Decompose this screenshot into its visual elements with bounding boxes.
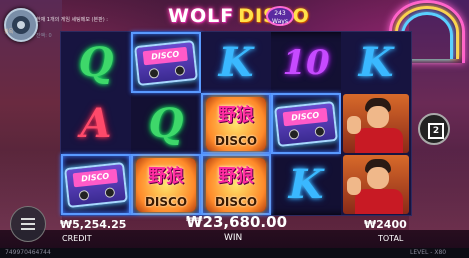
symbol-k: K: [288, 161, 324, 208]
cassette-label: DISCO: [72, 168, 118, 187]
reel-cell: Q: [131, 93, 201, 154]
reel-cell: 野狼 DISCO: [131, 154, 201, 215]
symbol-k: K: [358, 39, 394, 86]
reel-cell: K: [201, 32, 271, 93]
singer-symbol: [343, 94, 409, 153]
cassette-reel-hole: [288, 128, 300, 140]
wild-word: DISCO: [214, 133, 258, 148]
cassette-reel-hole: [314, 125, 326, 137]
wild-word: DISCO: [214, 194, 258, 209]
reel-grid: Q A DISCO DISCO Q 野狼 DISCO K 野狼 DISCO 野狼 DISCO 10 DIS…: [60, 31, 412, 216]
reel-cell: A: [61, 93, 131, 154]
symbol-a: A: [80, 100, 112, 147]
wild-kanji: 野狼: [148, 165, 184, 187]
settings-tool-icon[interactable]: [4, 8, 38, 42]
reel-cell: K: [341, 32, 411, 93]
reel-cell: [341, 93, 411, 154]
round-id: 749970464744: [5, 249, 51, 256]
credit-value: ₩5,254.25: [60, 218, 127, 231]
reel-cell: DISCO: [271, 93, 341, 154]
wild-kanji: 野狼: [218, 104, 254, 126]
cassette-symbol: DISCO: [274, 100, 338, 147]
reel-1: Q A DISCO: [61, 32, 131, 215]
ways-badge: 243 Ways: [266, 6, 294, 26]
wild-word: DISCO: [144, 194, 188, 209]
symbol-k: K: [218, 39, 254, 86]
level-indicator: LEVEL - X80: [410, 249, 447, 256]
symbol-q: Q: [78, 39, 114, 86]
singer-symbol: [343, 155, 409, 214]
cassette-label: DISCO: [142, 46, 188, 65]
cassette-symbol: DISCO: [134, 39, 198, 86]
game-stage: 한재 1개의 게임 세팅메모 (본판) : 항목 잔액: 0 WOLF DISC…: [0, 0, 469, 258]
total-label: TOTAL: [378, 234, 404, 243]
singer-hand: [347, 116, 361, 134]
reel-cell: 野狼 DISCO: [201, 93, 271, 154]
notice-balance: 잔액: 0: [36, 33, 52, 39]
menu-icon: [21, 218, 35, 220]
notice-label: 항목: [4, 29, 14, 35]
reel-cell: [341, 154, 411, 215]
reel-cell: K: [271, 154, 341, 215]
win-label: WIN: [224, 233, 243, 243]
counter-value: 2: [428, 123, 444, 139]
symbol-q: Q: [148, 100, 184, 147]
cassette-label: DISCO: [282, 107, 328, 126]
reel-cell: 10: [271, 32, 341, 93]
cassette-reel-hole: [104, 186, 116, 198]
symbol-10: 10: [282, 42, 330, 83]
reel-cell: 野狼 DISCO: [201, 154, 271, 215]
wild-symbol: 野狼 DISCO: [206, 157, 266, 212]
reel-cell: DISCO: [131, 32, 201, 93]
singer-face: [367, 167, 389, 189]
reel-2: DISCO Q 野狼 DISCO: [131, 32, 201, 215]
singer-face: [367, 106, 389, 128]
wild-kanji: 野狼: [218, 165, 254, 187]
cassette-reel-hole: [148, 67, 160, 79]
cassette-reel-hole: [174, 64, 186, 76]
total-value: ₩2400: [364, 218, 407, 231]
reel-cell: DISCO: [61, 154, 131, 215]
credit-label: CREDIT: [62, 234, 92, 243]
singer-body: [355, 189, 403, 214]
multiplier-counter-button[interactable]: 2: [418, 113, 450, 145]
win-value: ₩23,680.00: [186, 213, 288, 231]
singer-hand: [347, 177, 361, 195]
reel-3: K 野狼 DISCO 野狼 DISCO: [201, 32, 271, 215]
wild-symbol: 野狼 DISCO: [136, 157, 196, 212]
reel-cell: Q: [61, 32, 131, 93]
logo-wolf: WOLF: [168, 5, 235, 27]
reel-4: 10 DISCO K: [271, 32, 341, 215]
game-logo: WOLF DISCO 243 Ways: [168, 3, 310, 29]
cassette-symbol: DISCO: [64, 161, 128, 208]
cassette-reel-hole: [78, 189, 90, 201]
footer-bar: 749970464744 LEVEL - X80: [0, 248, 469, 258]
notice-text: 한재 1개의 게임 세팅메모 (본판) :: [36, 17, 108, 23]
singer-body: [355, 128, 403, 153]
menu-button[interactable]: [10, 206, 46, 242]
reel-5: K: [341, 32, 411, 215]
wild-symbol: 野狼 DISCO: [206, 96, 266, 151]
